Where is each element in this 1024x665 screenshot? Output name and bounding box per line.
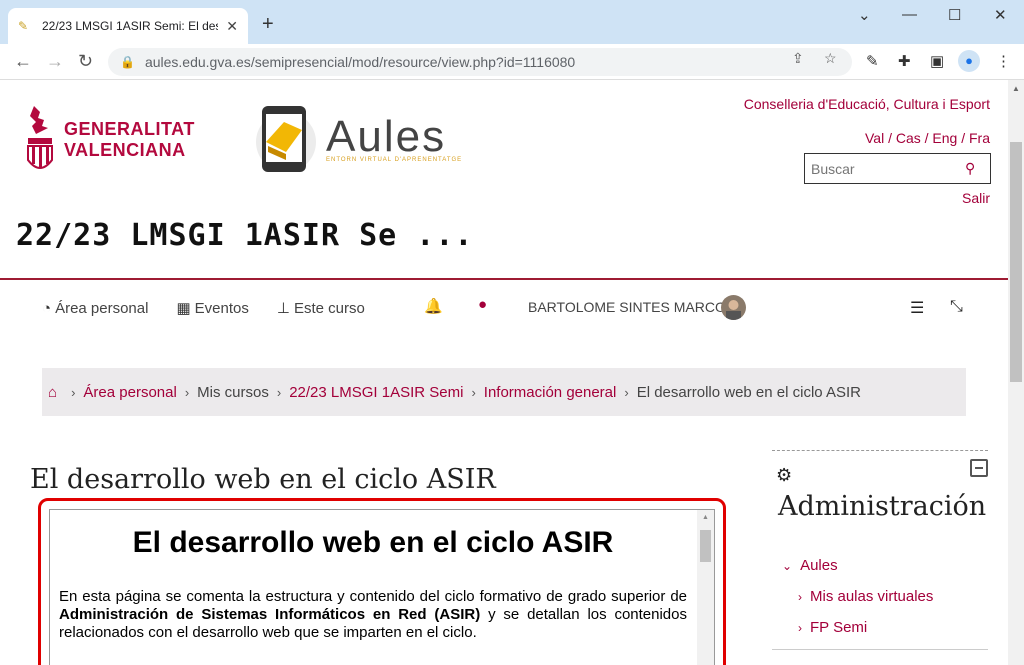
breadcrumb: ⌂ › Área personal › Mis cursos › 22/23 L… xyxy=(42,368,966,416)
resource-iframe[interactable]: El desarrollo web en el ciclo ASIR En es… xyxy=(49,509,715,665)
url-text: aules.edu.gva.es/semipresencial/mod/reso… xyxy=(144,54,576,70)
nav-area-personal[interactable]: ◔ Área personal xyxy=(42,300,148,317)
header-divider xyxy=(0,278,1008,280)
generalitat-logo[interactable]: GENERALITAT VALENCIANA xyxy=(26,104,195,176)
page-scroll-thumb[interactable] xyxy=(1010,142,1022,382)
admin-item-fp-semi[interactable]: › FP Semi xyxy=(798,619,867,636)
messages-icon[interactable]: ● xyxy=(478,296,487,313)
search-box: ⚲ xyxy=(804,153,991,184)
extensions-icon[interactable]: ✚ xyxy=(898,52,911,70)
chevron-right-icon: › xyxy=(798,589,802,604)
breadcrumb-separator: › xyxy=(184,384,190,400)
admin-item-mis-aulas[interactable]: › Mis aulas virtuales xyxy=(798,588,933,605)
lock-icon[interactable]: 🔒 xyxy=(120,55,135,69)
gears-icon: ⚙ xyxy=(776,465,793,485)
logout-link[interactable]: Salir xyxy=(962,190,990,206)
main-navbar: ◔ Área personal ▦ Eventos ⊥ Este curso xyxy=(42,296,393,320)
collapse-block-icon[interactable] xyxy=(970,459,988,477)
new-tab-icon[interactable]: + xyxy=(262,14,274,34)
share-icon[interactable]: ⇪ xyxy=(792,50,804,67)
collapse-fullscreen-icon[interactable]: ⤡ xyxy=(950,298,963,316)
back-icon[interactable]: ← xyxy=(14,51,32,71)
nav-eventos[interactable]: ▦ Eventos xyxy=(176,299,249,318)
nav-area-personal-label: Área personal xyxy=(55,299,149,317)
language-selector[interactable]: Val / Cas / Eng / Fra xyxy=(865,130,990,146)
page-title: El desarrollo web en el ciclo ASIR xyxy=(30,464,496,495)
sitemap-icon: ⊥ xyxy=(276,300,290,317)
browser-titlebar: ✎ 22/23 LMSGI 1ASIR Semi: El desa ✕ + ⌄ … xyxy=(0,0,1024,44)
menu-kebab-icon[interactable]: ⋮ xyxy=(996,52,1011,70)
eyedropper-icon[interactable]: ✎ xyxy=(866,52,879,70)
breadcrumb-item[interactable]: Área personal xyxy=(83,384,176,401)
user-avatar[interactable] xyxy=(721,295,746,320)
aules-tablet-icon xyxy=(256,106,316,172)
chevron-down-icon[interactable]: ⌄ xyxy=(858,6,871,24)
generalitat-shield-icon xyxy=(27,106,53,169)
bookmark-star-icon[interactable]: ☆ xyxy=(824,50,837,67)
iframe-scroll-thumb[interactable] xyxy=(700,530,711,562)
dashboard-icon: ◔ xyxy=(42,299,52,317)
home-icon[interactable]: ⌂ xyxy=(48,384,57,401)
breadcrumb-item: Mis cursos xyxy=(197,383,269,401)
scroll-up-arrow-icon[interactable]: ▲ xyxy=(702,514,709,521)
tab-title: 22/23 LMSGI 1ASIR Semi: El desa xyxy=(42,19,219,33)
aules-wordmark: Aules xyxy=(326,112,447,161)
iframe-scrollbar[interactable]: ▲ xyxy=(697,510,714,665)
close-window-icon[interactable]: ✕ xyxy=(994,6,1007,24)
nav-eventos-label: Eventos xyxy=(194,299,249,317)
resource-highlight-box: El desarrollo web en el ciclo ASIR En es… xyxy=(38,498,726,665)
search-input[interactable] xyxy=(805,160,965,177)
scroll-up-arrow-icon[interactable]: ▲ xyxy=(1012,84,1020,93)
conselleria-link[interactable]: Conselleria d'Educació, Cultura i Esport xyxy=(744,96,990,112)
breadcrumb-separator: › xyxy=(624,384,629,400)
search-icon[interactable]: ⚲ xyxy=(965,160,975,177)
breadcrumb-separator: › xyxy=(471,384,476,400)
breadcrumb-item[interactable]: Información general xyxy=(484,384,617,401)
page-favicon-icon: ✎ xyxy=(18,19,29,33)
chevron-right-icon: › xyxy=(798,620,802,635)
notifications-bell-icon[interactable]: 🔔 xyxy=(424,297,443,315)
page-viewport: GENERALITAT VALENCIANA Aules ENTORN VIRT… xyxy=(0,80,1008,665)
generalitat-text: GENERALITAT VALENCIANA xyxy=(64,119,195,160)
nav-este-curso-label: Este curso xyxy=(293,299,365,317)
administration-block: ⚙ Administración ⌄ Aules › Mis aulas vir… xyxy=(772,450,988,665)
aules-subtitle: ENTORN VIRTUAL D'APRENENTATGE xyxy=(326,157,463,163)
browser-toolbar: ← → ↻ 🔒 aules.edu.gva.es/semipresencial/… xyxy=(0,44,1024,80)
reload-icon[interactable]: ↻ xyxy=(78,51,93,71)
maximize-icon[interactable]: ☐ xyxy=(948,6,961,24)
admin-item-aules[interactable]: ⌄ Aules xyxy=(782,557,838,574)
toggle-drawer-icon[interactable]: ☰ xyxy=(910,298,924,318)
profile-icon[interactable]: ● xyxy=(958,50,980,72)
block-divider xyxy=(772,649,988,650)
breadcrumb-current: El desarrollo web en el ciclo ASIR xyxy=(636,383,861,401)
breadcrumb-separator: › xyxy=(71,384,76,400)
course-title[interactable]: 22/23 LMSGI 1ASIR Se ... xyxy=(16,218,473,253)
close-tab-icon[interactable]: ✕ xyxy=(226,18,238,35)
minimize-icon[interactable]: — xyxy=(902,6,917,23)
nav-este-curso[interactable]: ⊥ Este curso xyxy=(276,299,365,318)
aules-logo[interactable]: Aules ENTORN VIRTUAL D'APRENENTATGE xyxy=(250,102,462,176)
chevron-down-icon: ⌄ xyxy=(782,558,793,573)
address-bar[interactable]: 🔒 aules.edu.gva.es/semipresencial/mod/re… xyxy=(108,48,852,76)
administration-title: Administración xyxy=(778,491,987,522)
breadcrumb-item[interactable]: 22/23 LMSGI 1ASIR Semi xyxy=(289,384,463,401)
side-panel-icon[interactable]: ▣ xyxy=(930,52,944,70)
document-title: El desarrollo web en el ciclo ASIR xyxy=(132,526,614,559)
breadcrumb-separator: › xyxy=(276,384,282,400)
page-scrollbar[interactable]: ▲ xyxy=(1008,80,1024,665)
browser-tab[interactable]: ✎ 22/23 LMSGI 1ASIR Semi: El desa ✕ xyxy=(8,8,248,44)
calendar-icon: ▦ xyxy=(176,300,191,317)
user-menu-name[interactable]: BARTOLOME SINTES MARCO xyxy=(528,299,726,315)
forward-icon[interactable]: → xyxy=(46,51,64,71)
document-intro: En esta página se comenta la estructura … xyxy=(59,588,687,641)
